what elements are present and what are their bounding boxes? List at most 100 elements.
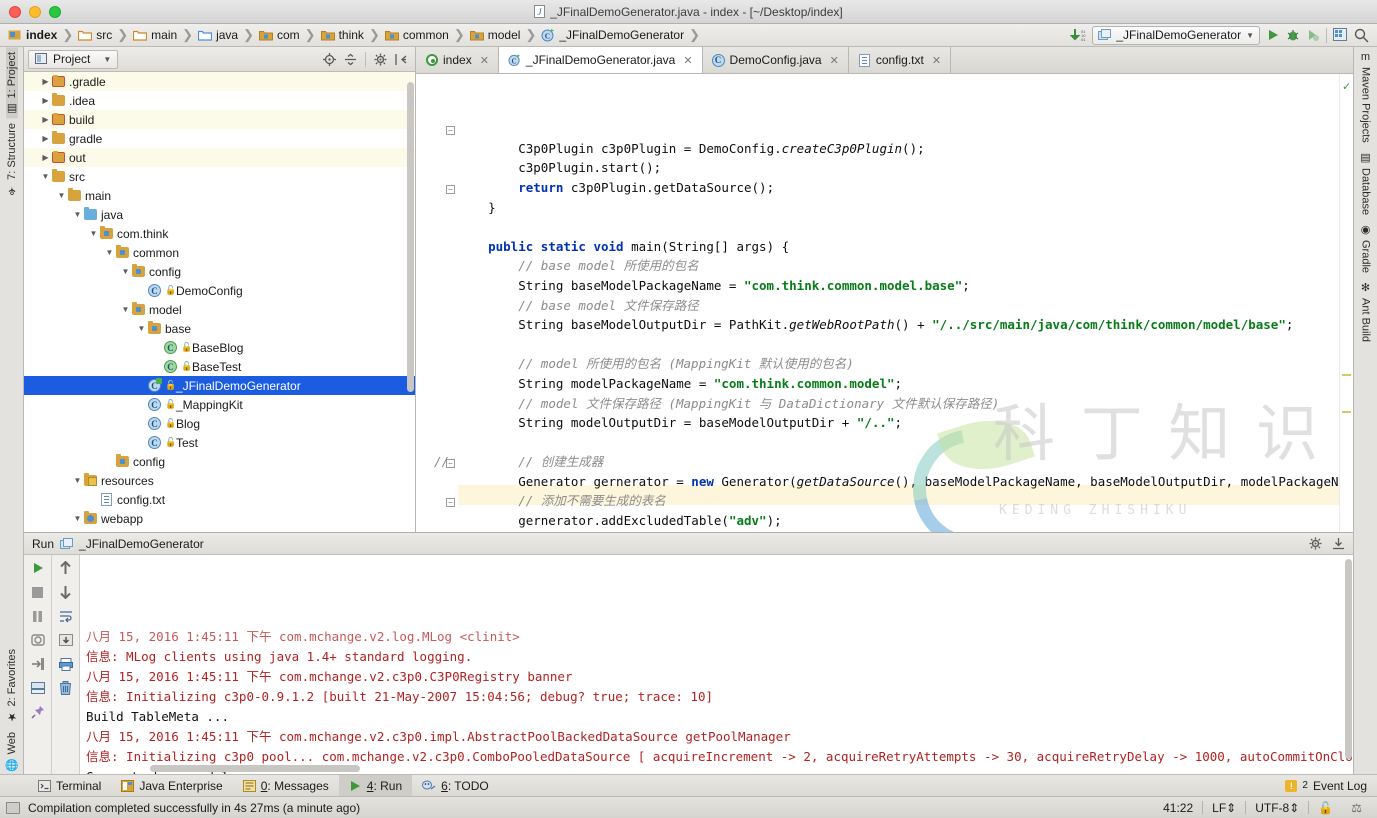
- run-icon[interactable]: [1266, 28, 1280, 42]
- print-icon[interactable]: [58, 656, 74, 672]
- editor-right-gutter[interactable]: ✓: [1339, 74, 1353, 532]
- editor-tab-index[interactable]: index✕: [416, 47, 499, 73]
- tree-node[interactable]: ▼config: [24, 262, 415, 281]
- tool-window-button-maven-projects[interactable]: mMaven Projects: [1360, 47, 1372, 148]
- console-horizontal-scrollbar[interactable]: [150, 765, 360, 772]
- warning-marker[interactable]: [1342, 374, 1351, 376]
- breadcrumb-item-main[interactable]: main: [131, 24, 179, 46]
- tree-node[interactable]: C🔓BaseBlog: [24, 338, 415, 357]
- collapse-all-icon[interactable]: [344, 53, 357, 66]
- chevron-down-icon[interactable]: ▼: [56, 191, 67, 200]
- tree-node[interactable]: ▶gradle: [24, 129, 415, 148]
- tree-node[interactable]: ▶out: [24, 148, 415, 167]
- editor-tab-democonfig-java[interactable]: CDemoConfig.java✕: [703, 47, 849, 73]
- breadcrumb-item-model[interactable]: model: [468, 24, 523, 46]
- chevron-down-icon[interactable]: ▼: [120, 305, 131, 314]
- tool-window-tab-java-enterprise[interactable]: Java Enterprise: [111, 775, 232, 796]
- tree-node[interactable]: ▼resources: [24, 471, 415, 490]
- chevron-down-icon[interactable]: ▼: [120, 267, 131, 276]
- chevron-down-icon[interactable]: ▼: [104, 248, 115, 257]
- locate-icon[interactable]: [323, 53, 336, 66]
- chevron-right-icon[interactable]: ▶: [40, 96, 51, 105]
- rerun-icon[interactable]: [30, 560, 46, 576]
- close-tab-icon[interactable]: ✕: [683, 54, 692, 67]
- chevron-down-icon[interactable]: ▼: [72, 210, 83, 219]
- tree-node[interactable]: C🔓BaseTest: [24, 357, 415, 376]
- tree-node[interactable]: C🔓Test: [24, 433, 415, 452]
- tree-node[interactable]: ▶.gradle: [24, 72, 415, 91]
- tree-node[interactable]: C🔓_JFinalDemoGenerator: [24, 376, 415, 395]
- close-tab-icon[interactable]: ✕: [932, 54, 941, 67]
- line-separator-indicator[interactable]: LF⇕: [1203, 801, 1245, 815]
- tool-window-tab-messages[interactable]: 0: Messages: [233, 775, 339, 796]
- chevron-down-icon[interactable]: ▼: [72, 514, 83, 523]
- fold-marker[interactable]: –: [446, 498, 455, 507]
- breadcrumb-item--jfinaldemogenerator[interactable]: C_JFinalDemoGenerator: [539, 24, 686, 46]
- breadcrumb-item-index[interactable]: index: [6, 24, 59, 46]
- editor-left-gutter[interactable]: – – – – – //: [416, 74, 458, 532]
- pause-icon[interactable]: [30, 608, 46, 624]
- pin-icon[interactable]: [30, 704, 46, 720]
- caret-position[interactable]: 41:22: [1154, 801, 1202, 815]
- chevron-right-icon[interactable]: ▶: [40, 77, 51, 86]
- chevron-right-icon[interactable]: ▶: [40, 134, 51, 143]
- gear-icon[interactable]: [1309, 537, 1322, 550]
- editor-tab--jfinaldemogenerator-java[interactable]: C_JFinalDemoGenerator.java✕: [499, 47, 703, 73]
- tree-node[interactable]: C🔓DemoConfig: [24, 281, 415, 300]
- tree-node[interactable]: ▼main: [24, 186, 415, 205]
- warning-marker[interactable]: [1342, 411, 1351, 413]
- tree-node[interactable]: C🔓_MappingKit: [24, 395, 415, 414]
- breadcrumb-item-src[interactable]: src: [76, 24, 114, 46]
- dump-threads-icon[interactable]: [30, 632, 46, 648]
- tree-node[interactable]: ▼java: [24, 205, 415, 224]
- lock-icon[interactable]: 🔓: [1309, 801, 1342, 815]
- update-icon[interactable]: 011001: [1070, 28, 1086, 43]
- tree-node[interactable]: ▼base: [24, 319, 415, 338]
- fold-marker[interactable]: –: [446, 185, 455, 194]
- chevron-right-icon[interactable]: ▶: [40, 115, 51, 124]
- chevron-down-icon[interactable]: ▼: [72, 476, 83, 485]
- tree-node[interactable]: ▼webapp: [24, 509, 415, 528]
- breadcrumb-item-java[interactable]: java: [196, 24, 240, 46]
- breadcrumb-item-common[interactable]: common: [383, 24, 451, 46]
- chevron-down-icon[interactable]: ▼: [136, 324, 147, 333]
- breadcrumb-item-think[interactable]: think: [319, 24, 366, 46]
- tree-node[interactable]: C🔓Blog: [24, 414, 415, 433]
- tool-window-button-2-favorites[interactable]: ★2: Favorites: [6, 644, 18, 726]
- debug-icon[interactable]: [1286, 28, 1300, 42]
- tool-window-button-gradle[interactable]: ◉Gradle: [1360, 220, 1372, 278]
- tree-node[interactable]: ▼com.think: [24, 224, 415, 243]
- tool-window-button-ant-build[interactable]: ✻Ant Build: [1360, 278, 1372, 347]
- settings-layout-icon[interactable]: [30, 680, 46, 696]
- soft-wrap-icon[interactable]: [58, 608, 74, 624]
- trash-icon[interactable]: [58, 680, 74, 696]
- memory-indicator-icon[interactable]: [6, 802, 20, 814]
- down-arrow-icon[interactable]: [58, 584, 74, 600]
- tool-window-button-1-project[interactable]: ▤1: Project: [6, 47, 18, 118]
- project-structure-icon[interactable]: [1333, 28, 1348, 42]
- gear-icon[interactable]: [374, 53, 387, 66]
- project-tree[interactable]: ▶.gradle▶.idea▶build▶gradle▶out▼src▼main…: [24, 72, 415, 532]
- chevron-right-icon[interactable]: ▶: [40, 153, 51, 162]
- hide-panel-icon[interactable]: [1332, 537, 1345, 550]
- up-arrow-icon[interactable]: [58, 560, 74, 576]
- search-icon[interactable]: [1354, 28, 1369, 43]
- fold-marker[interactable]: –: [446, 126, 455, 135]
- tool-window-tab-todo[interactable]: 6: TODO: [412, 775, 499, 796]
- tool-window-button-7-structure[interactable]: ⚘7: Structure: [6, 118, 18, 200]
- tree-node[interactable]: ▶.idea: [24, 91, 415, 110]
- tool-window-tab-terminal[interactable]: Terminal: [28, 775, 111, 796]
- tree-node[interactable]: config.txt: [24, 490, 415, 509]
- tool-window-button-web[interactable]: 🌐Web: [5, 727, 19, 774]
- breadcrumb-item-com[interactable]: com: [257, 24, 302, 46]
- stop-icon[interactable]: [30, 584, 46, 600]
- chevron-down-icon[interactable]: ▼: [88, 229, 99, 238]
- code-editor[interactable]: C3p0Plugin c3p0Plugin = DemoConfig.creat…: [458, 74, 1339, 532]
- scroll-to-end-icon[interactable]: [58, 632, 74, 648]
- run-configuration-selector[interactable]: _JFinalDemoGenerator ▼: [1092, 26, 1260, 45]
- hide-panel-icon[interactable]: [395, 53, 408, 66]
- editor-tab-config-txt[interactable]: config.txt✕: [849, 47, 951, 73]
- tool-window-tab-run[interactable]: 4: Run: [339, 775, 412, 796]
- project-view-selector[interactable]: Project ▼: [28, 50, 118, 69]
- coverage-icon[interactable]: [1306, 28, 1320, 42]
